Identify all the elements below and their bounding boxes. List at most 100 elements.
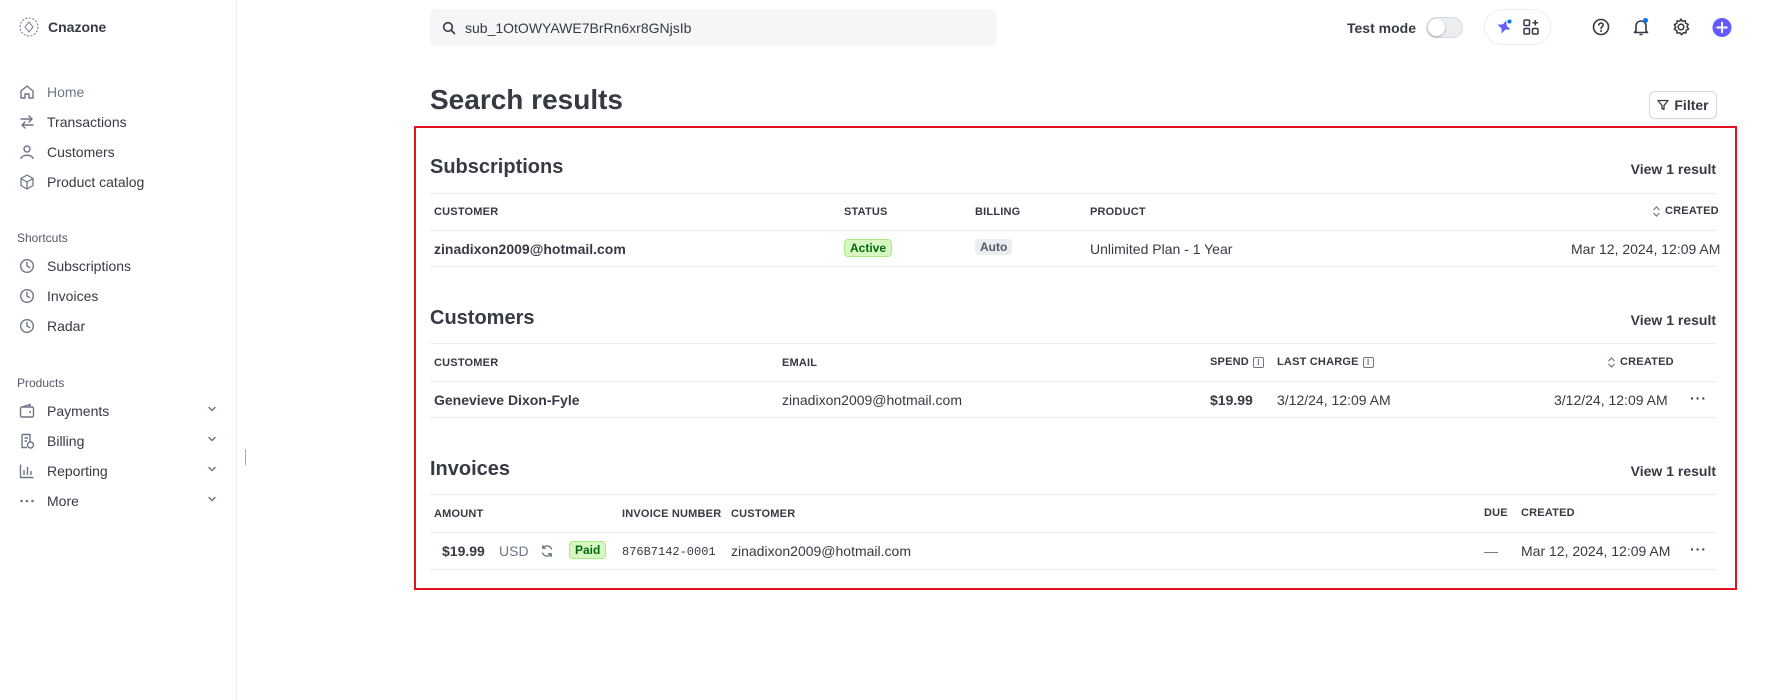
customer-email: zinadixon2009@hotmail.com [782,392,962,408]
recurring-icon [540,544,554,558]
sidebar-item-transactions[interactable]: Transactions [18,110,218,134]
sidebar-item-home[interactable]: Home [18,80,218,104]
results-highlight-box [414,126,1737,590]
divider [430,569,1717,570]
invoices-title: Invoices [430,458,511,480]
notifications-icon[interactable] [1631,17,1651,37]
account-name: Cnazone [48,19,107,35]
filter-label: Filter [1674,97,1709,113]
search-bar[interactable] [430,9,997,46]
subscription-product: Unlimited Plan - 1 Year [1090,241,1233,257]
customer-created: 3/12/24, 12:09 AM [1554,392,1668,408]
sidebar-item-label: Reporting [47,463,108,479]
test-mode-label: Test mode [1347,19,1416,36]
sidebar-item-radar[interactable]: Radar [18,314,218,338]
sidebar-item-label: Customers [47,144,115,160]
column-header-sortable[interactable]: CREATED [1652,205,1719,217]
search-icon [442,21,456,35]
column-header: EMAIL [782,357,818,369]
help-icon[interactable] [1591,17,1611,37]
sidebar-item-invoices[interactable]: Invoices [18,284,218,308]
column-header: AMOUNT [434,508,484,520]
customer-name[interactable]: Genevieve Dixon-Fyle [434,392,580,408]
divider [430,266,1717,267]
invoice-customer[interactable]: zinadixon2009@hotmail.com [731,543,911,559]
filter-button[interactable]: Filter [1649,91,1717,119]
divider [430,230,1717,231]
sidebar-item-reporting[interactable]: Reporting [18,459,218,483]
sidebar-resize-handle[interactable] [245,449,246,465]
billing-badge: Auto [975,239,1013,255]
column-header: LAST CHARGE i [1277,356,1374,368]
sidebar-item-label: Transactions [47,114,127,130]
sidebar-item-label: Product catalog [47,174,145,190]
products-heading: Products [17,376,65,390]
invoice-amount: $19.99 [442,543,485,559]
info-icon[interactable]: i [1252,356,1264,368]
column-header: CUSTOMER [434,206,499,218]
customer-last-charge: 3/12/24, 12:09 AM [1277,392,1391,408]
sidebar-item-subscriptions[interactable]: Subscriptions [18,254,218,278]
column-header: INVOICE NUMBER [622,508,722,520]
invoices-view-link[interactable]: View 1 result [1631,463,1716,479]
assistant-icon[interactable] [1495,18,1513,36]
subscriptions-title: Subscriptions [430,156,564,178]
account-switcher[interactable]: Cnazone [18,16,106,38]
billing-icon [18,433,35,450]
column-header: CUSTOMER [731,508,796,520]
divider [430,381,1717,382]
sidebar-item-more[interactable]: More [18,489,218,513]
transactions-icon [18,114,35,131]
row-actions-button[interactable]: ··· [1690,390,1707,406]
invoice-created: Mar 12, 2024, 12:09 AM [1521,543,1671,559]
clock-icon [18,288,35,305]
invoice-due: — [1484,543,1498,559]
column-header-sortable[interactable]: CREATED [1607,356,1674,368]
shortcuts-heading: Shortcuts [17,231,68,245]
invoice-status-badge: Paid [569,541,607,559]
create-plus-icon[interactable] [1712,17,1732,37]
divider [430,193,1717,194]
chevron-down-icon [206,463,218,475]
sidebar-item-product-catalog[interactable]: Product catalog [18,170,218,194]
customers-title: Customers [430,307,535,329]
sidebar-item-label: Home [47,84,85,100]
column-header: PRODUCT [1090,206,1146,218]
info-icon[interactable]: i [1362,356,1374,368]
sidebar-item-label: Radar [47,318,86,334]
sort-icon [1607,356,1616,368]
column-header: SPEND i [1210,356,1264,368]
home-icon [18,84,35,101]
column-header: STATUS [844,206,888,218]
chevron-down-icon [206,403,218,415]
divider [430,417,1717,418]
divider [430,343,1717,344]
settings-gear-icon[interactable] [1671,17,1691,37]
customers-view-link[interactable]: View 1 result [1631,312,1716,328]
sidebar-item-label: Billing [47,433,85,449]
wallet-icon [18,403,35,420]
customer-spend: $19.99 [1210,392,1253,408]
sidebar-item-billing[interactable]: Billing [18,429,218,453]
chevron-down-icon [206,433,218,445]
column-header: CREATED [1521,507,1575,519]
subscription-customer[interactable]: zinadixon2009@hotmail.com [434,241,626,257]
test-mode-toggle[interactable] [1425,17,1463,38]
column-header: CUSTOMER [434,357,499,369]
box-icon [18,174,35,191]
subscriptions-view-link[interactable]: View 1 result [1631,161,1716,177]
subscription-created: Mar 12, 2024, 12:09 AM [1571,241,1721,257]
sort-icon [1652,205,1661,217]
row-actions-button[interactable]: ··· [1690,541,1707,557]
sidebar-item-label: Invoices [47,288,99,304]
filter-icon [1657,99,1670,111]
sidebar-item-payments[interactable]: Payments [18,399,218,423]
sidebar-item-label: More [47,493,79,509]
search-input[interactable] [465,19,965,36]
chevron-down-icon [206,493,218,505]
sidebar-item-label: Payments [47,403,110,419]
sidebar: Cnazone Home Transactions Customers Prod… [0,0,237,700]
clock-icon [18,258,35,275]
apps-grid-icon[interactable] [1522,18,1540,36]
sidebar-item-customers[interactable]: Customers [18,140,218,164]
